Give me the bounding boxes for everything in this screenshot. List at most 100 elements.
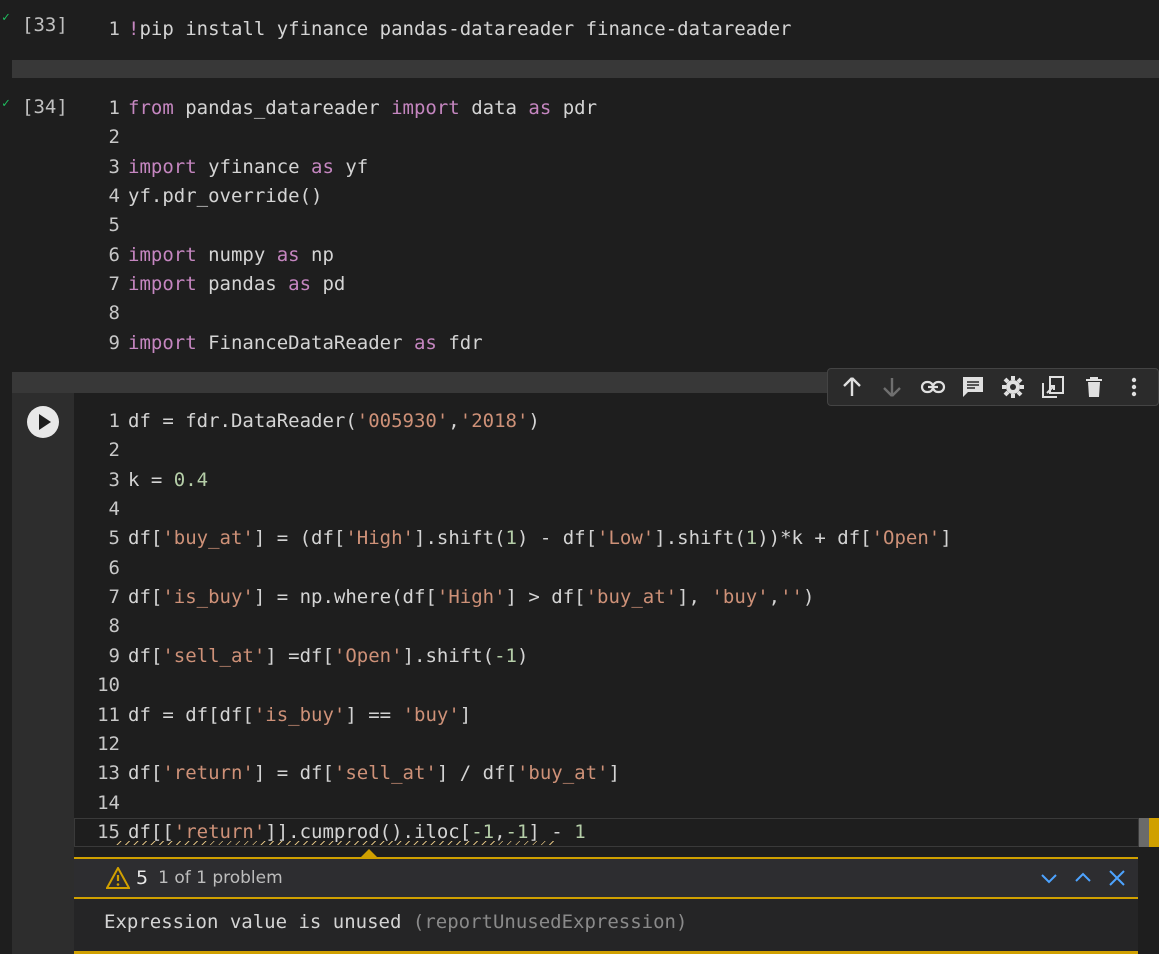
chevron-up-icon — [1075, 872, 1091, 882]
code-token: pip install yfinance pandas-datareader f… — [139, 18, 792, 40]
code-token: fdr — [436, 331, 483, 354]
copy-link-button[interactable] — [917, 371, 949, 403]
execution-count: [33] — [22, 14, 68, 36]
close-peek-button[interactable] — [1104, 865, 1130, 891]
code-token: -1 — [494, 644, 517, 667]
code-token: 'buy_at' — [585, 586, 678, 609]
line-number: 13 — [97, 762, 120, 785]
code-text: import FinanceDataReader as fdr — [128, 329, 483, 358]
code-token: , — [494, 820, 506, 843]
code-text: df['sell_at'] =df['Open'].shift(-1) — [128, 642, 528, 671]
code-token: ] / df[ — [436, 762, 517, 785]
line-number: 4 — [108, 498, 120, 521]
code-token: 0.4 — [173, 468, 209, 491]
line-number: 3 — [108, 155, 120, 178]
code-token: as — [528, 97, 552, 119]
code-token: yf — [333, 155, 369, 178]
code-token: as — [288, 273, 312, 296]
code-token: ))*k + df[ — [757, 527, 872, 550]
code-token: as — [311, 155, 334, 178]
code-token: df[ — [128, 762, 163, 785]
code-text: import yfinance as yf — [128, 153, 368, 182]
next-problem-button[interactable] — [1036, 865, 1062, 891]
line-number: 1 — [108, 410, 120, 432]
code-text: df['buy_at'] = (df['High'].shift(1) - df… — [128, 524, 952, 553]
code-token: ) — [528, 410, 540, 432]
line-number: 12 — [97, 732, 120, 755]
problem-peek-panel: 5 1 of 1 problem Expression value is unu… — [74, 857, 1138, 954]
code-token: pdr — [551, 97, 598, 119]
executed-check-icon: ✓ — [2, 96, 10, 111]
close-icon — [1109, 870, 1125, 886]
problem-message: Expression value is unused (reportUnused… — [104, 911, 687, 933]
code-token: 'return' — [162, 762, 254, 785]
more-actions-button[interactable] — [1118, 371, 1150, 403]
line-number: 5 — [108, 214, 120, 237]
line-number: 3 — [108, 468, 120, 491]
code-text: k = 0.4 — [128, 466, 208, 495]
code-token: from — [128, 97, 174, 119]
line-number: 9 — [108, 331, 120, 354]
code-token: ] = (df[ — [253, 527, 346, 550]
warning-indicator: 5 — [106, 867, 148, 889]
delete-cell-button[interactable] — [1078, 371, 1110, 403]
code-token: import — [128, 243, 197, 266]
executed-check-icon: ✓ — [2, 10, 10, 25]
code-token: as — [413, 331, 437, 354]
code-token: ] — [608, 762, 620, 785]
code-token: '005930' — [356, 410, 449, 432]
line-number: 2 — [108, 439, 120, 462]
cell-separator — [12, 60, 1159, 78]
code-token: ] = df[ — [253, 762, 334, 785]
arrow-down-icon — [883, 378, 902, 397]
line-number: 4 — [108, 185, 120, 208]
line-number: 8 — [108, 302, 120, 325]
code-token: ].shift( — [414, 527, 506, 550]
move-down-button[interactable] — [876, 371, 908, 403]
code-token: 'buy' — [711, 586, 769, 609]
code-cell-34[interactable]: ✓ [34] 1 from pandas_datareader import da… — [2, 78, 1159, 372]
run-cell-button[interactable] — [27, 406, 59, 438]
add-comment-button[interactable] — [957, 371, 989, 403]
code-token: 'Open' — [871, 527, 941, 550]
code-token: df[ — [128, 527, 163, 550]
code-token: import — [128, 155, 197, 178]
warning-icon — [106, 867, 130, 889]
code-cell-33[interactable]: ✓ [33] 1 !pip install yfinance pandas-dat… — [2, 0, 1159, 60]
move-up-button[interactable] — [836, 371, 868, 403]
code-token: 'Open' — [333, 644, 403, 667]
code-text: df = fdr.DataReader('005930','2018') — [128, 407, 540, 436]
trash-icon — [1085, 377, 1102, 397]
line-number: 8 — [108, 615, 120, 638]
code-token: ] =df[ — [265, 644, 334, 667]
code-token: -1 — [505, 820, 529, 843]
code-token: df[ — [128, 644, 163, 667]
line-number: 5 — [108, 527, 120, 550]
problem-count: 5 — [136, 867, 149, 889]
code-token: ], — [677, 586, 712, 609]
cell-settings-button[interactable] — [997, 371, 1029, 403]
line-number: 10 — [97, 674, 120, 697]
code-token: 1 — [745, 527, 758, 550]
link-icon — [920, 380, 945, 394]
code-token: 'sell_at' — [333, 762, 437, 785]
code-token: import — [128, 273, 197, 296]
scrollbar-warning-marker[interactable] — [1139, 818, 1159, 847]
line-number: 1 — [108, 18, 120, 40]
code-text: from pandas_datareader import data as pd… — [128, 94, 597, 123]
code-token: 'buy_at' — [162, 527, 254, 550]
code-token: '' — [780, 586, 803, 609]
code-token: ) - df[ — [516, 527, 598, 550]
previous-problem-button[interactable] — [1070, 865, 1096, 891]
mirror-cell-button[interactable] — [1037, 371, 1069, 403]
code-token: as — [276, 243, 300, 266]
code-token: 'Low' — [597, 527, 655, 550]
code-token: 1 — [505, 527, 517, 550]
line-number: 6 — [108, 243, 120, 266]
code-token: FinanceDataReader — [196, 331, 414, 354]
code-token: ) — [802, 586, 815, 609]
code-token: 'buy' — [402, 703, 460, 726]
code-token: df[ — [128, 586, 163, 609]
code-token: import — [391, 97, 460, 119]
code-token: ] > df[ — [505, 586, 586, 609]
